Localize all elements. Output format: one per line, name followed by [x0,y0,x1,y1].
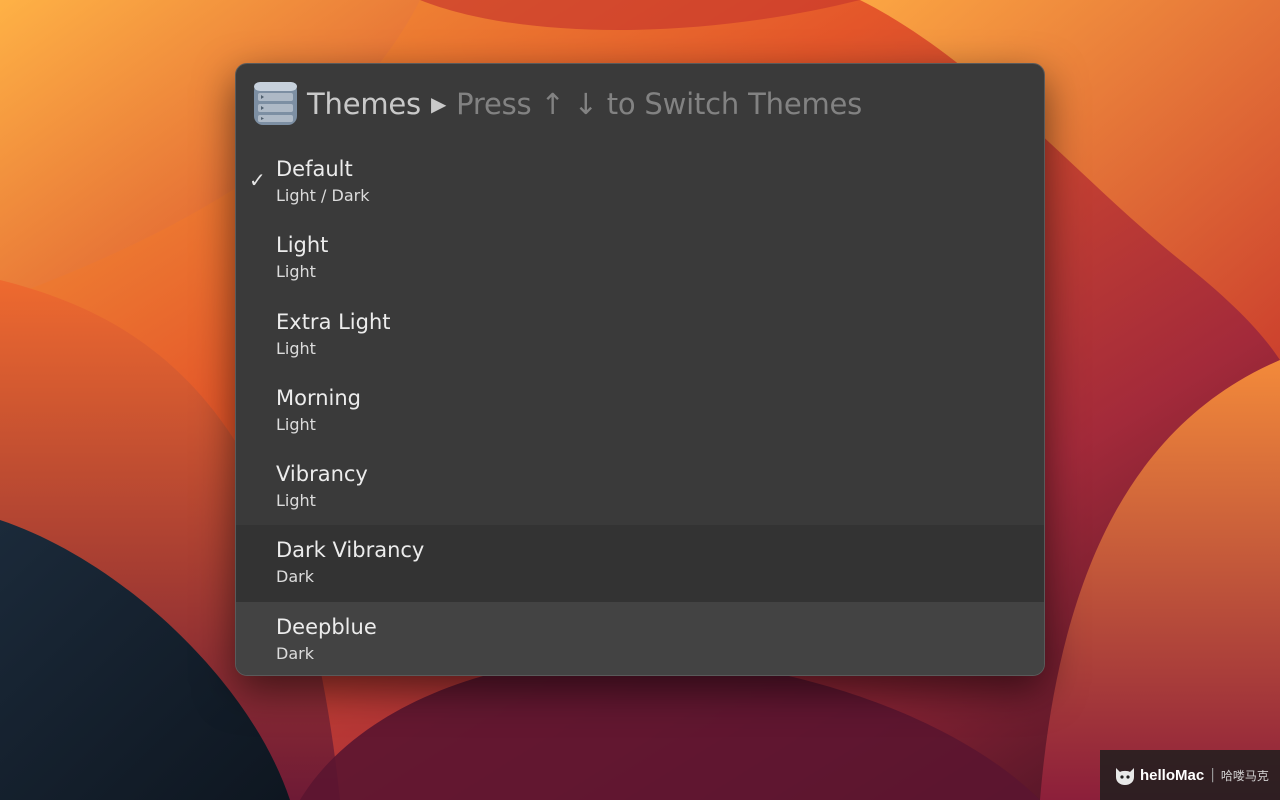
theme-subtitle: Light [276,338,316,358]
theme-row-morning[interactable]: Morning Light [236,373,1044,449]
cat-logo-icon [1116,768,1134,785]
theme-subtitle: Dark [276,643,314,663]
theme-subtitle: Dark [276,567,314,587]
theme-title: Deepblue [276,614,377,639]
watermark-chinese-name: 哈喽马克 [1220,768,1269,783]
play-arrow-icon: ▶ [430,92,447,116]
query-keyword: Themes [307,87,421,121]
theme-title: Light [276,233,329,258]
theme-row-dark-vibrancy[interactable]: Dark Vibrancy Dark [236,525,1044,602]
theme-row-default[interactable]: ✓ Default Light / Dark [236,144,1044,220]
hellomac-watermark: helloMac | 哈喽马克 [1100,750,1280,800]
watermark-brand: helloMac [1140,766,1205,784]
theme-row-vibrancy[interactable]: Vibrancy Light [236,449,1044,525]
theme-title: Extra Light [276,309,391,334]
theme-title: Morning [276,385,362,410]
theme-subtitle: Light [276,262,316,282]
theme-title: Dark Vibrancy [276,538,425,563]
checkmark-icon: ✓ [249,168,266,192]
themes-list-icon [254,82,297,125]
theme-row-deepblue[interactable]: Deepblue Dark [236,601,1044,675]
theme-row-extra-light[interactable]: Extra Light Light [236,297,1044,373]
theme-row-light[interactable]: Light Light [236,220,1044,296]
query-hint-text: Press ↑ ↓ to Switch Themes [456,87,863,121]
theme-title: Default [276,157,353,181]
theme-results-list: ✓ Default Light / Dark Light Light Extra… [236,144,1044,675]
theme-subtitle: Light [276,491,316,511]
theme-subtitle: Light [276,414,316,434]
watermark-separator: | [1210,767,1215,783]
themes-switcher-window: Themes ▶ Press ↑ ↓ to Switch Themes ✓ De… [235,63,1045,676]
query-bar[interactable]: Themes ▶ Press ↑ ↓ to Switch Themes [236,64,1044,146]
theme-subtitle: Light / Dark [276,186,370,205]
theme-title: Vibrancy [276,462,368,487]
